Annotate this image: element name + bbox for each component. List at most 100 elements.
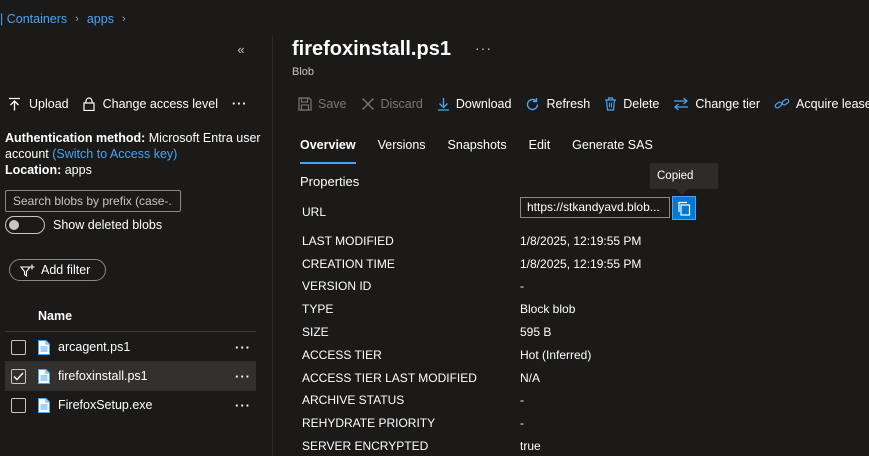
prop-label-rehydrate-priority: REHYDRATE PRIORITY xyxy=(302,416,436,430)
prop-value-creation-time: 1/8/2025, 12:19:55 PM xyxy=(520,257,642,271)
tab-generate-sas[interactable]: Generate SAS xyxy=(572,138,653,162)
delete-label: Delete xyxy=(623,97,660,111)
refresh-icon xyxy=(525,97,540,112)
change-access-level-button[interactable]: Change access level xyxy=(83,97,218,111)
page-title: firefoxinstall.ps1 xyxy=(292,38,451,60)
discard-button[interactable]: Discard xyxy=(361,97,423,111)
download-button[interactable]: Download xyxy=(437,97,512,111)
discard-label: Discard xyxy=(380,97,423,111)
file-icon xyxy=(38,368,50,384)
url-label: URL xyxy=(302,205,327,219)
auth-method-label: Authentication method: xyxy=(5,131,146,145)
tab-bar: Overview Versions Snapshots Edit Generat… xyxy=(300,138,675,164)
location-value: apps xyxy=(64,163,92,177)
file-name[interactable]: arcagent.ps1 xyxy=(58,340,230,354)
double-chevron-left-icon[interactable]: « xyxy=(234,42,248,57)
tab-edit[interactable]: Edit xyxy=(529,138,551,162)
tab-overview[interactable]: Overview xyxy=(300,138,356,164)
row-more-button[interactable]: ··· xyxy=(230,398,256,413)
save-icon xyxy=(298,97,312,111)
row-checkbox[interactable] xyxy=(11,368,26,384)
show-deleted-toggle[interactable] xyxy=(5,216,45,234)
swap-arrows-icon xyxy=(673,97,689,111)
lock-icon xyxy=(83,97,95,111)
prop-value-last-modified: 1/8/2025, 12:19:55 PM xyxy=(520,234,642,248)
close-icon xyxy=(361,97,375,111)
download-label: Download xyxy=(455,97,512,111)
change-access-level-label: Change access level xyxy=(102,97,218,111)
upload-icon xyxy=(8,97,21,111)
copy-to-clipboard-button[interactable] xyxy=(672,196,696,220)
download-icon xyxy=(437,97,450,111)
properties-heading: Properties xyxy=(300,174,360,189)
row-checkbox[interactable] xyxy=(11,339,26,355)
toggle-knob xyxy=(9,220,19,230)
chevron-right-icon: › xyxy=(121,13,126,25)
file-name[interactable]: FirefoxSetup.exe xyxy=(58,398,230,412)
list-item[interactable]: FirefoxSetup.exe ··· xyxy=(5,390,256,420)
row-more-button[interactable]: ··· xyxy=(230,369,256,384)
prop-label-version-id: VERSION ID xyxy=(302,279,372,293)
copied-tooltip: Copied xyxy=(650,163,718,189)
chevron-right-icon: › xyxy=(75,13,79,25)
page-subtitle: Blob xyxy=(292,66,315,78)
prop-label-access-tier: ACCESS TIER xyxy=(302,348,382,362)
prop-label-archive-status: ARCHIVE STATUS xyxy=(302,393,405,407)
prop-value-access-tier: Hot (Inferred) xyxy=(520,348,592,362)
change-tier-label: Change tier xyxy=(695,97,761,111)
prop-value-server-encrypted: true xyxy=(520,439,541,453)
prop-value-access-tier-last-modified: N/A xyxy=(520,371,541,385)
auth-info: Authentication method: Microsoft Entra u… xyxy=(5,130,267,178)
tab-versions[interactable]: Versions xyxy=(378,138,426,162)
command-bar: Save Discard Download Refresh Delete Cha… xyxy=(298,94,869,114)
prop-value-rehydrate-priority: - xyxy=(520,416,524,430)
prop-value-archive-status: - xyxy=(520,393,524,407)
more-button[interactable]: ··· xyxy=(232,97,248,111)
title-more-button[interactable]: ··· xyxy=(475,40,492,56)
breadcrumb-apps[interactable]: apps xyxy=(87,12,114,26)
show-deleted-label: Show deleted blobs xyxy=(53,218,163,232)
prop-label-server-encrypted: SERVER ENCRYPTED xyxy=(302,439,429,453)
list-item[interactable]: arcagent.ps1 ··· xyxy=(5,332,256,362)
file-icon xyxy=(38,339,50,355)
left-toolbar: Upload Change access level ··· xyxy=(8,94,247,114)
refresh-button[interactable]: Refresh xyxy=(525,97,590,112)
prop-value-version-id: - xyxy=(520,279,524,293)
refresh-label: Refresh xyxy=(546,97,591,111)
tooltip-arrow xyxy=(676,189,688,195)
save-button[interactable]: Save xyxy=(298,97,347,111)
prop-label-access-tier-last-modified: ACCESS TIER LAST MODIFIED xyxy=(302,371,477,385)
breadcrumb: | Containers › apps › xyxy=(0,11,134,27)
add-filter-button[interactable]: Add filter xyxy=(9,259,106,281)
file-icon xyxy=(38,397,50,413)
copy-icon xyxy=(678,201,691,216)
url-field[interactable]: https://stkandyavd.blob... xyxy=(520,197,670,218)
tab-snapshots[interactable]: Snapshots xyxy=(448,138,507,162)
name-column-header[interactable]: Name xyxy=(38,309,72,323)
delete-button[interactable]: Delete xyxy=(604,97,659,111)
pane-divider xyxy=(272,36,273,456)
show-deleted-row: Show deleted blobs xyxy=(5,216,162,234)
search-input[interactable] xyxy=(5,190,181,212)
switch-to-access-key-link[interactable]: (Switch to Access key) xyxy=(52,147,177,161)
prop-label-type: TYPE xyxy=(302,302,334,316)
location-label: Location: xyxy=(5,163,62,177)
save-label: Save xyxy=(318,97,347,111)
file-name[interactable]: firefoxinstall.ps1 xyxy=(58,369,230,383)
filter-icon xyxy=(20,264,35,277)
link-icon xyxy=(774,97,790,111)
acquire-lease-button[interactable]: Acquire lease xyxy=(774,97,869,111)
change-tier-button[interactable]: Change tier xyxy=(673,97,760,111)
row-more-button[interactable]: ··· xyxy=(230,340,256,355)
row-checkbox[interactable] xyxy=(11,397,26,413)
prop-value-type: Block blob xyxy=(520,302,576,316)
upload-button[interactable]: Upload xyxy=(8,97,69,111)
prop-label-last-modified: LAST MODIFIED xyxy=(302,234,394,248)
add-filter-label: Add filter xyxy=(41,263,91,277)
prop-label-size: SIZE xyxy=(302,325,329,339)
breadcrumb-containers[interactable]: | Containers xyxy=(0,12,67,26)
more-icon: ··· xyxy=(231,97,248,111)
list-item[interactable]: firefoxinstall.ps1 ··· xyxy=(5,361,256,391)
upload-label: Upload xyxy=(29,97,69,111)
trash-icon xyxy=(604,97,617,111)
